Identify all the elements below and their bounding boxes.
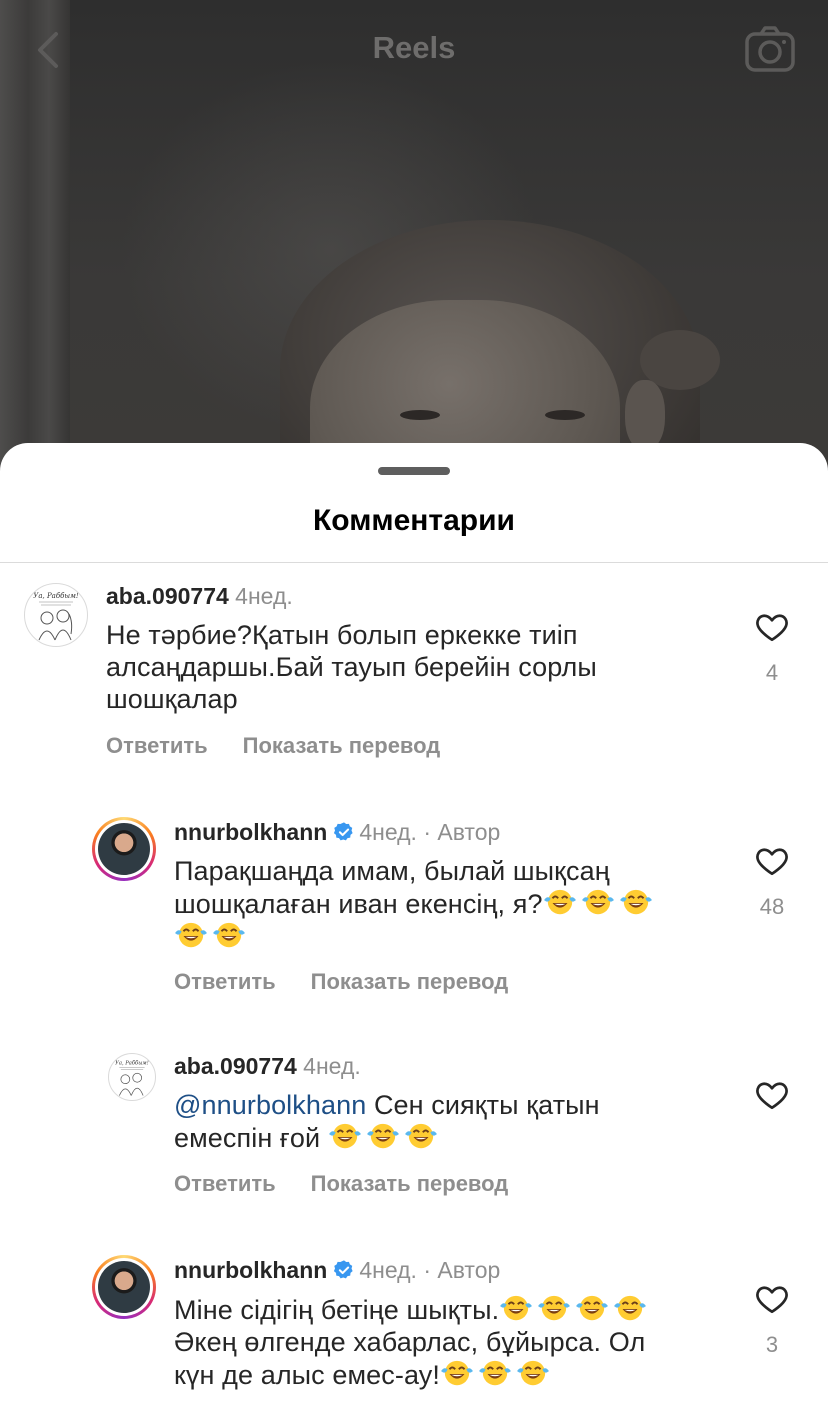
timestamp: 4нед. (303, 1053, 361, 1079)
tears-of-joy-emoji (537, 1293, 571, 1323)
person-eye-right (545, 410, 585, 420)
tears-of-joy-emoji (478, 1358, 512, 1388)
comment-text-line: Әкең өлгенде хабарлас, бұйырса. Ол (174, 1327, 646, 1357)
comment-text-fragment: күн де алыс емес-ау! (174, 1360, 440, 1390)
timestamp: 4нед. (359, 1257, 417, 1283)
comment-text-fragment: шошқалаған иван екенсің, я? (174, 889, 543, 919)
comment-actions: Ответить Показать перевод (174, 969, 508, 995)
comment-text-fragment: емеспін ғой (174, 1123, 328, 1153)
comment-text: Міне сідігің бетіңе шықты. Әкең өлгенде … (174, 1293, 734, 1391)
verified-badge-icon (333, 821, 355, 843)
person-eye-left (400, 410, 440, 420)
avatar[interactable]: Уа, Раббым! (24, 583, 88, 647)
comment-actions: Ответить Показать перевод (174, 1171, 508, 1197)
sheet-drag-handle[interactable] (378, 467, 450, 475)
svg-text:Уа, Раббым!: Уа, Раббым! (115, 1059, 149, 1066)
tears-of-joy-emoji (575, 1293, 609, 1323)
show-translation-button[interactable]: Показать перевод (311, 1171, 509, 1196)
comment-text-fragment: Сен сияқты қатын (366, 1090, 600, 1120)
like-control: 48 (748, 843, 796, 920)
like-control: 3 (748, 1281, 796, 1358)
username[interactable]: nnurbolkhann (174, 819, 327, 845)
comment-text-line: Не тәрбие?Қатын болып еркекке тиіп (106, 620, 578, 650)
comment-meta: aba.090774 4нед. (174, 1051, 361, 1081)
comments-sheet: Комментарии Уа, Раббым! aba.090774 4нед.… (0, 443, 828, 1409)
like-count: 48 (759, 894, 785, 919)
top-bar: Reels (0, 0, 828, 100)
comment-meta: nnurbolkhann 4нед. · Автор (174, 817, 500, 847)
tears-of-joy-emoji (440, 1358, 474, 1388)
comment-text-line (174, 920, 734, 953)
username[interactable]: aba.090774 (174, 1053, 297, 1079)
comment-text-line: күн де алыс емес-ау! (174, 1358, 734, 1391)
tears-of-joy-emoji (366, 1121, 400, 1151)
tears-of-joy-emoji (516, 1358, 550, 1388)
comment-meta: nnurbolkhann 4нед. · Автор (174, 1255, 500, 1285)
show-translation-button[interactable]: Показать перевод (311, 969, 509, 994)
heart-outline-icon[interactable] (754, 609, 790, 645)
username[interactable]: nnurbolkhann (174, 1257, 327, 1283)
heart-outline-icon[interactable] (754, 1077, 790, 1113)
comment-text-fragment: Міне сідігің бетіңе шықты. (174, 1295, 500, 1325)
like-control: 4 (748, 609, 796, 686)
person-ear (625, 380, 665, 450)
page-title: Reels (372, 30, 456, 65)
avatar[interactable] (92, 817, 156, 881)
svg-text:Уа, Раббым!: Уа, Раббым! (33, 592, 79, 600)
like-control (748, 1077, 796, 1118)
comment-text-line: шошқалаған иван екенсің, я? (174, 887, 734, 920)
avatar-illustration: Уа, Раббым! (33, 592, 79, 641)
reply-button[interactable]: Ответить (106, 733, 208, 758)
timestamp: 4нед. (235, 583, 293, 609)
comment-text: Не тәрбие?Қатын болып еркекке тиіп алсаң… (106, 619, 726, 715)
tears-of-joy-emoji (212, 920, 246, 950)
comment-text-line: шошқалар (106, 684, 238, 714)
tears-of-joy-emoji (619, 887, 653, 917)
comment-text: @nnurbolkhann Сен сияқты қатын емеспін ғ… (174, 1089, 734, 1154)
comment-text-line: @nnurbolkhann Сен сияқты қатын (174, 1089, 734, 1121)
author-tag: Автор (437, 1257, 501, 1283)
camera-icon (745, 26, 795, 72)
camera-button[interactable] (744, 24, 796, 76)
tears-of-joy-emoji (404, 1121, 438, 1151)
reply-button[interactable]: Ответить (174, 969, 276, 994)
reply-button[interactable]: Ответить (174, 1171, 276, 1196)
comment-text-line: Парақшаңда имам, былай шықсаң (174, 856, 610, 886)
avatar[interactable]: Уа, Раббым! (108, 1053, 156, 1101)
like-count: 3 (765, 1332, 779, 1357)
tears-of-joy-emoji (613, 1293, 647, 1323)
mention-link[interactable]: @nnurbolkhann (174, 1090, 366, 1120)
sheet-title: Комментарии (312, 504, 516, 537)
separator-dot: · (423, 819, 431, 845)
separator-dot: · (423, 1257, 431, 1283)
tears-of-joy-emoji (174, 920, 208, 950)
verified-badge-icon (333, 1259, 355, 1281)
timestamp: 4нед. (359, 819, 417, 845)
tears-of-joy-emoji (499, 1293, 533, 1323)
avatar[interactable] (92, 1255, 156, 1319)
author-tag: Автор (437, 819, 501, 845)
avatar-illustration: Уа, Раббым! (115, 1059, 149, 1096)
tears-of-joy-emoji (328, 1121, 362, 1151)
comment-text: Парақшаңда имам, былай шықсаң шошқалаған… (174, 855, 734, 953)
comment-actions: Ответить Показать перевод (106, 733, 440, 759)
username[interactable]: aba.090774 (106, 583, 229, 609)
tears-of-joy-emoji (581, 887, 615, 917)
divider (0, 562, 828, 563)
tears-of-joy-emoji (543, 887, 577, 917)
show-translation-button[interactable]: Показать перевод (243, 733, 441, 758)
comment-text-line: Міне сідігің бетіңе шықты. (174, 1293, 734, 1326)
comment-text-line: емеспін ғой (174, 1121, 734, 1154)
heart-outline-icon[interactable] (754, 843, 790, 879)
comment-meta: aba.090774 4нед. (106, 581, 293, 611)
like-count: 4 (765, 660, 779, 685)
heart-outline-icon[interactable] (754, 1281, 790, 1317)
comment-text-line: алсаңдаршы.Бай тауып берейін сорлы (106, 652, 597, 682)
